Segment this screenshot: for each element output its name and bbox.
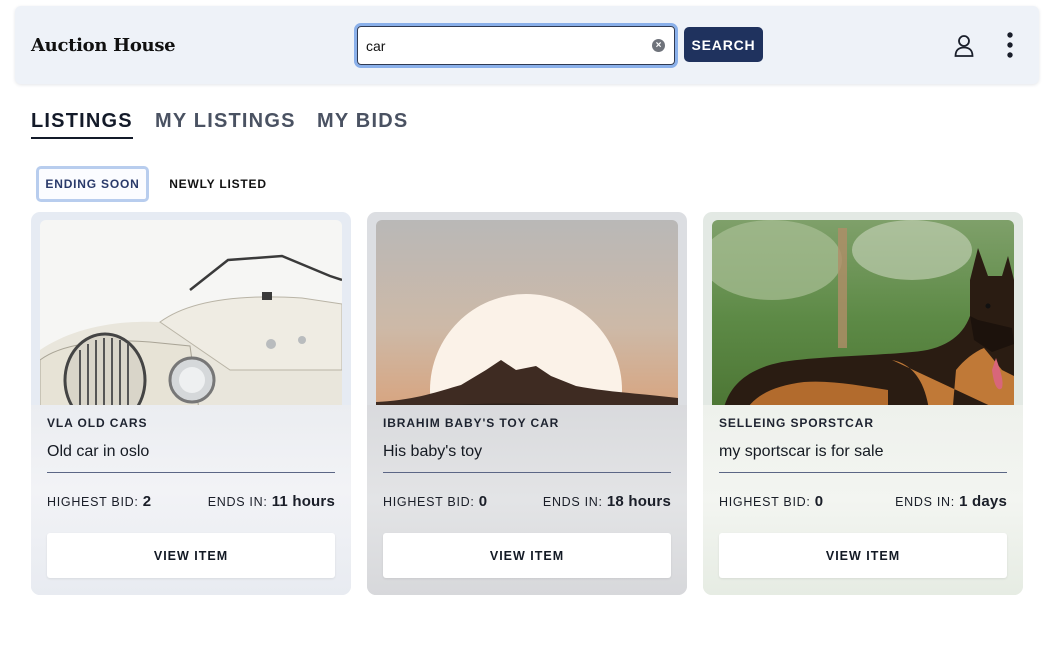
listing-details: VLA OLD CARS Old car in oslo HIGHEST BID… — [31, 405, 351, 595]
ends-in: ENDS IN: 18 hours — [543, 493, 671, 510]
ends-in: ENDS IN: 1 days — [895, 493, 1007, 510]
listing-image[interactable] — [376, 220, 678, 417]
tab-my-listings[interactable]: MY LISTINGS — [155, 110, 296, 133]
tab-listings[interactable]: LISTINGS — [31, 110, 133, 139]
highest-bid: HIGHEST BID: 0 — [383, 493, 487, 510]
listing-seller: IBRAHIM BABY'S TOY CAR — [383, 416, 560, 430]
ends-in-value: 18 hours — [606, 493, 671, 510]
ends-in-value: 11 hours — [271, 493, 335, 510]
listing-title: my sportscar is for sale — [719, 443, 884, 460]
user-icon[interactable] — [953, 34, 975, 58]
filter-ending-soon[interactable]: ENDING SOON — [36, 166, 149, 202]
highest-bid-value: 2 — [142, 493, 152, 510]
clear-search-icon[interactable]: × — [652, 39, 665, 52]
listing-image[interactable] — [712, 220, 1014, 417]
highest-bid-value: 0 — [478, 493, 488, 510]
divider — [719, 472, 1007, 473]
ends-in-label: ENDS IN: — [895, 495, 955, 509]
tab-my-bids[interactable]: MY BIDS — [317, 110, 408, 133]
search-input[interactable] — [357, 26, 675, 65]
more-vertical-icon[interactable] — [1003, 31, 1017, 61]
view-item-button[interactable]: VIEW ITEM — [719, 533, 1007, 578]
top-bar: Auction House × SEARCH — [15, 6, 1039, 84]
listing-title: His baby's toy — [383, 443, 483, 460]
listing-card: VLA OLD CARS Old car in oslo HIGHEST BID… — [31, 212, 351, 595]
highest-bid-label: HIGHEST BID: — [719, 495, 811, 509]
highest-bid: HIGHEST BID: 2 — [47, 493, 151, 510]
filter-newly-listed[interactable]: NEWLY LISTED — [163, 166, 273, 202]
highest-bid-label: HIGHEST BID: — [47, 495, 139, 509]
listing-card: IBRAHIM BABY'S TOY CAR His baby's toy HI… — [367, 212, 687, 595]
view-item-button[interactable]: VIEW ITEM — [383, 533, 671, 578]
listing-seller: SELLEING SPORSTCAR — [719, 416, 874, 430]
ends-in-label: ENDS IN: — [207, 495, 268, 509]
listing-details: SELLEING SPORSTCAR my sportscar is for s… — [703, 405, 1023, 595]
view-item-button[interactable]: VIEW ITEM — [47, 533, 335, 578]
app-logo[interactable]: Auction House — [31, 35, 176, 56]
ends-in-label: ENDS IN: — [542, 495, 603, 509]
listing-seller: VLA OLD CARS — [47, 416, 148, 430]
ends-in-value: 1 days — [959, 493, 1007, 510]
highest-bid-label: HIGHEST BID: — [383, 495, 475, 509]
listing-title: Old car in oslo — [47, 443, 150, 460]
search-box: × — [354, 23, 678, 68]
highest-bid-value: 0 — [814, 493, 824, 510]
listing-image[interactable] — [40, 220, 342, 417]
divider — [47, 472, 335, 473]
listing-card: SELLEING SPORSTCAR my sportscar is for s… — [703, 212, 1023, 595]
ends-in: ENDS IN: 11 hours — [208, 493, 335, 510]
search-button[interactable]: SEARCH — [684, 27, 763, 62]
listing-details: IBRAHIM BABY'S TOY CAR His baby's toy HI… — [367, 405, 687, 595]
divider — [383, 472, 671, 473]
highest-bid: HIGHEST BID: 0 — [719, 493, 823, 510]
